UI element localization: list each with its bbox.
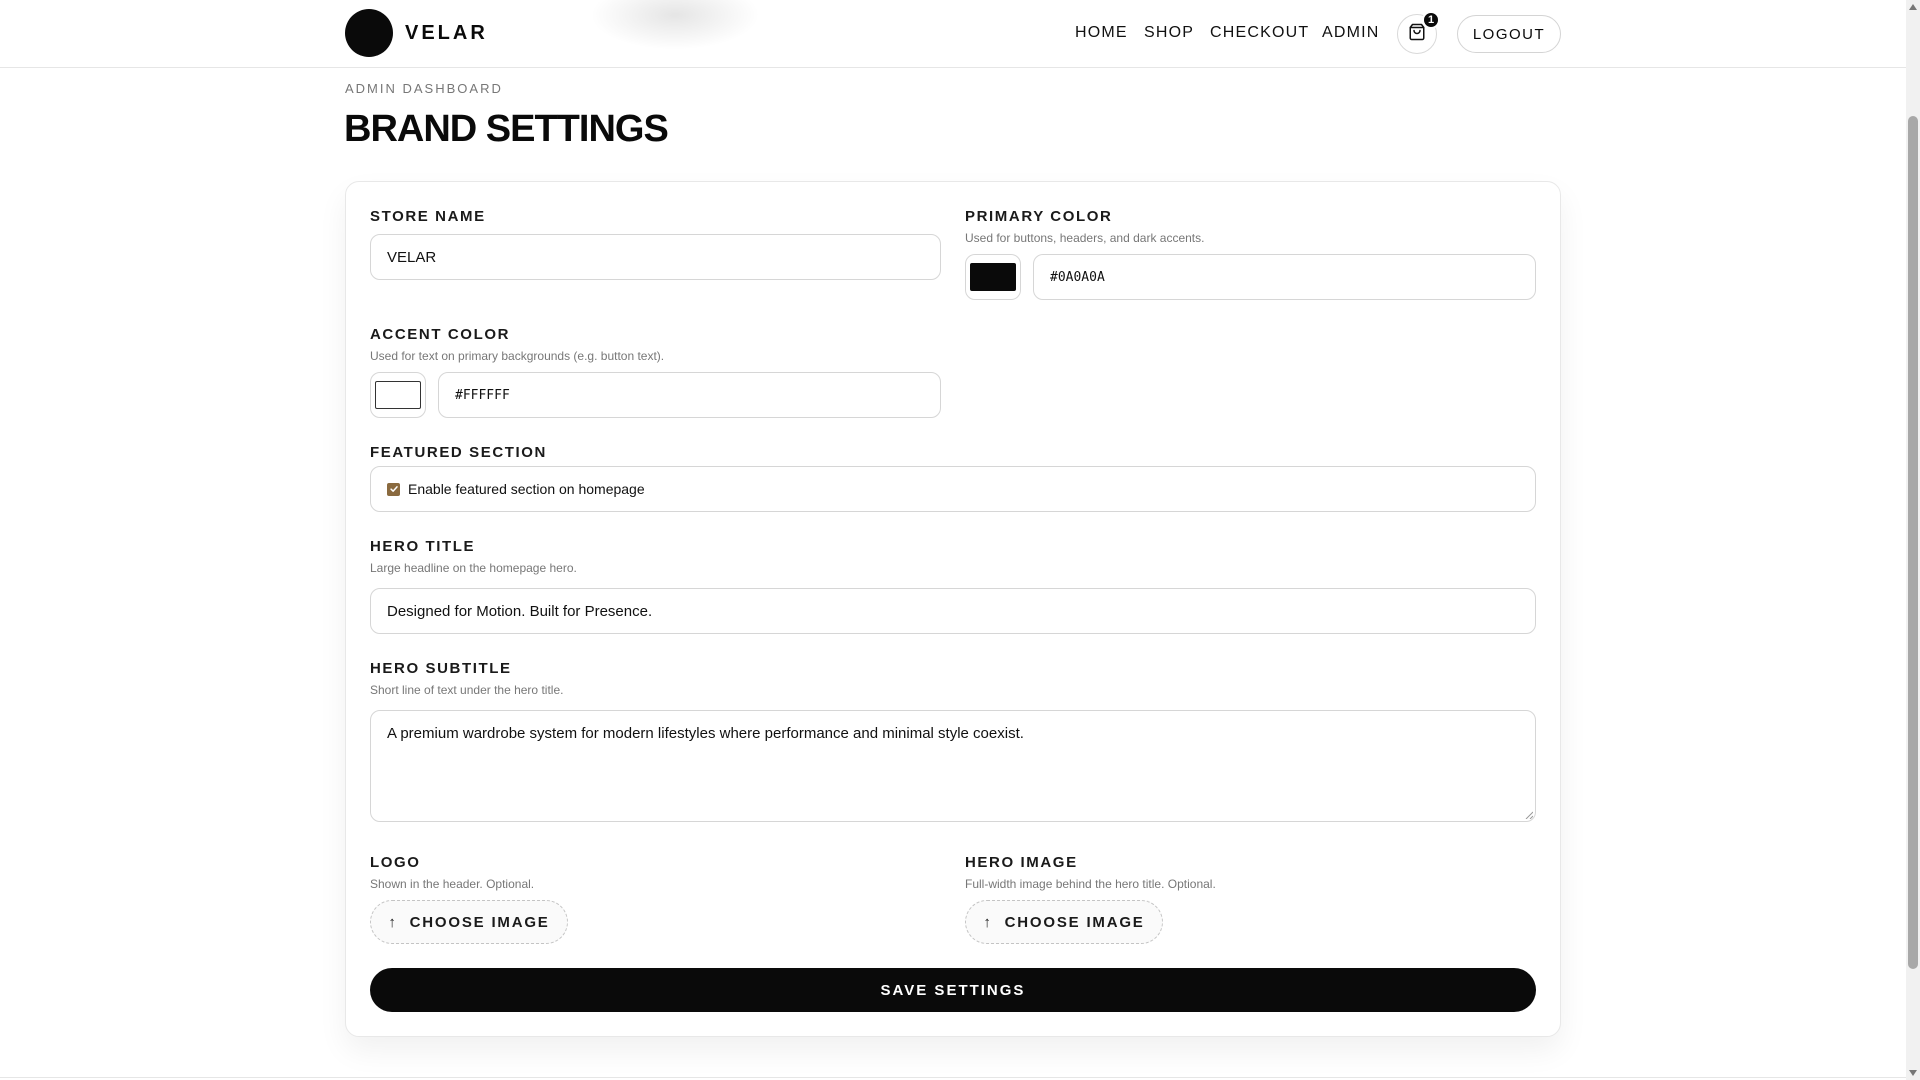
accent-color-label: ACCENT COLOR xyxy=(370,326,511,343)
logo-mark[interactable] xyxy=(345,9,393,57)
hero-subtitle-label: HERO SUBTITLE xyxy=(370,660,512,677)
hero-title-help: Large headline on the homepage hero. xyxy=(370,561,577,575)
save-settings-button[interactable]: SAVE SETTINGS xyxy=(370,968,1536,1012)
site-header: VELAR HOME SHOP CHECKOUT ADMIN 1 LOGOUT xyxy=(0,0,1906,68)
hero-subtitle-text: A premium wardrobe system for modern lif… xyxy=(387,725,1024,742)
scroll-thumb[interactable] xyxy=(1908,116,1918,969)
checkmark-icon xyxy=(389,486,398,492)
nav-home[interactable]: HOME xyxy=(1075,24,1128,42)
logout-button[interactable]: LOGOUT xyxy=(1457,15,1561,53)
hero-title-input[interactable]: Designed for Motion. Built for Presence. xyxy=(370,588,1536,634)
featured-section-toggle-row[interactable]: Enable featured section on homepage xyxy=(370,466,1536,512)
featured-section-label: FEATURED SECTION xyxy=(370,444,547,461)
hero-title-label: HERO TITLE xyxy=(370,538,476,555)
logo-upload-button[interactable]: ↑ CHOOSE IMAGE xyxy=(370,900,568,944)
footer-divider xyxy=(0,1077,1906,1078)
primary-color-label: PRIMARY COLOR xyxy=(965,208,1113,225)
primary-color-help: Used for buttons, headers, and dark acce… xyxy=(965,231,1205,245)
arrow-up-icon: ↑ xyxy=(983,913,993,931)
logo-upload-label: CHOOSE IMAGE xyxy=(409,913,550,931)
scroll-down-icon[interactable] xyxy=(1909,1070,1917,1076)
accent-color-picker[interactable] xyxy=(370,372,426,418)
page-title: BRAND SETTINGS xyxy=(344,108,669,150)
decorative-shadow xyxy=(590,0,760,50)
hero-image-upload-button[interactable]: ↑ CHOOSE IMAGE xyxy=(965,900,1163,944)
hero-subtitle-textarea[interactable]: A premium wardrobe system for modern lif… xyxy=(370,710,1536,822)
store-name-input[interactable]: VELAR xyxy=(370,234,941,280)
accent-color-help: Used for text on primary backgrounds (e.… xyxy=(370,349,665,363)
accent-color-input[interactable]: #FFFFFF xyxy=(438,372,941,418)
arrow-up-icon: ↑ xyxy=(388,913,398,931)
featured-checkbox[interactable] xyxy=(387,482,400,496)
logo-label: LOGO xyxy=(370,854,421,871)
hero-image-help: Full-width image behind the hero title. … xyxy=(965,877,1216,891)
scroll-up-icon[interactable] xyxy=(1909,4,1917,10)
nav-shop[interactable]: SHOP xyxy=(1144,24,1194,42)
accent-color-swatch xyxy=(375,381,421,409)
nav-checkout[interactable]: CHECKOUT xyxy=(1210,24,1309,42)
cart-count-badge: 1 xyxy=(1422,11,1440,29)
resize-handle-icon[interactable] xyxy=(1525,811,1533,819)
hero-image-upload-label: CHOOSE IMAGE xyxy=(1004,913,1145,931)
page-scrollbar[interactable] xyxy=(1906,0,1920,1080)
primary-color-swatch xyxy=(970,263,1016,291)
primary-color-picker[interactable] xyxy=(965,254,1021,300)
brand-name[interactable]: VELAR xyxy=(405,22,488,45)
nav-admin[interactable]: ADMIN xyxy=(1322,24,1380,42)
breadcrumb-eyebrow: ADMIN DASHBOARD xyxy=(345,81,503,96)
featured-checkbox-label[interactable]: Enable featured section on homepage xyxy=(408,481,645,497)
logo-help: Shown in the header. Optional. xyxy=(370,877,535,891)
store-name-label: STORE NAME xyxy=(370,208,486,225)
hero-image-label: HERO IMAGE xyxy=(965,854,1078,871)
primary-color-input[interactable]: #0A0A0A xyxy=(1033,254,1536,300)
hero-subtitle-help: Short line of text under the hero title. xyxy=(370,683,564,697)
